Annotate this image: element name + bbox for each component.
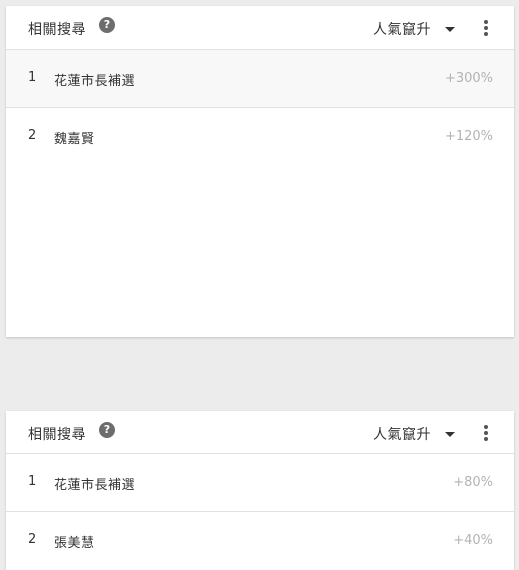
item-term[interactable]: 魏嘉賢 [54,128,95,147]
card-title: 相關搜尋 [28,427,86,443]
card-header: 相關搜尋 ? 人氣竄升 [6,411,514,454]
card-title: 相關搜尋 [28,22,86,38]
item-rank: 2 [28,532,37,547]
item-rank: 2 [28,128,37,143]
page: 相關搜尋 ? 人氣竄升 1 花蓮市長補選 +300% 2 魏嘉賢 +120% 相… [0,0,519,570]
item-rank: 1 [28,474,37,489]
list-item[interactable]: 1 花蓮市長補選 +80% [6,454,514,512]
caret-down-icon[interactable] [445,432,455,437]
help-circle-icon[interactable]: ? [99,422,115,438]
item-rank: 1 [28,70,37,85]
item-value: +120% [444,129,493,144]
item-term[interactable]: 花蓮市長補選 [54,474,135,493]
list-item[interactable]: 2 魏嘉賢 +120% [6,108,514,166]
more-vertical-icon[interactable] [482,20,490,36]
more-vertical-icon[interactable] [482,425,490,441]
related-queries-card-2: 相關搜尋 ? 人氣竄升 1 花蓮市長補選 +80% 2 張美慧 +40% [6,411,514,570]
list-item[interactable]: 2 張美慧 +40% [6,512,514,570]
item-value: +300% [444,71,493,86]
caret-down-icon[interactable] [445,27,455,32]
item-value: +80% [453,475,493,490]
sort-dropdown-label[interactable]: 人氣竄升 [373,19,431,39]
sort-dropdown-label[interactable]: 人氣竄升 [373,424,431,444]
card-header: 相關搜尋 ? 人氣竄升 [6,6,514,50]
item-value: +40% [453,533,493,548]
item-term[interactable]: 張美慧 [54,532,95,551]
help-circle-icon[interactable]: ? [99,17,115,33]
item-term[interactable]: 花蓮市長補選 [54,70,135,89]
list-item[interactable]: 1 花蓮市長補選 +300% [6,50,514,108]
related-queries-card-1: 相關搜尋 ? 人氣竄升 1 花蓮市長補選 +300% 2 魏嘉賢 +120% [6,6,514,337]
